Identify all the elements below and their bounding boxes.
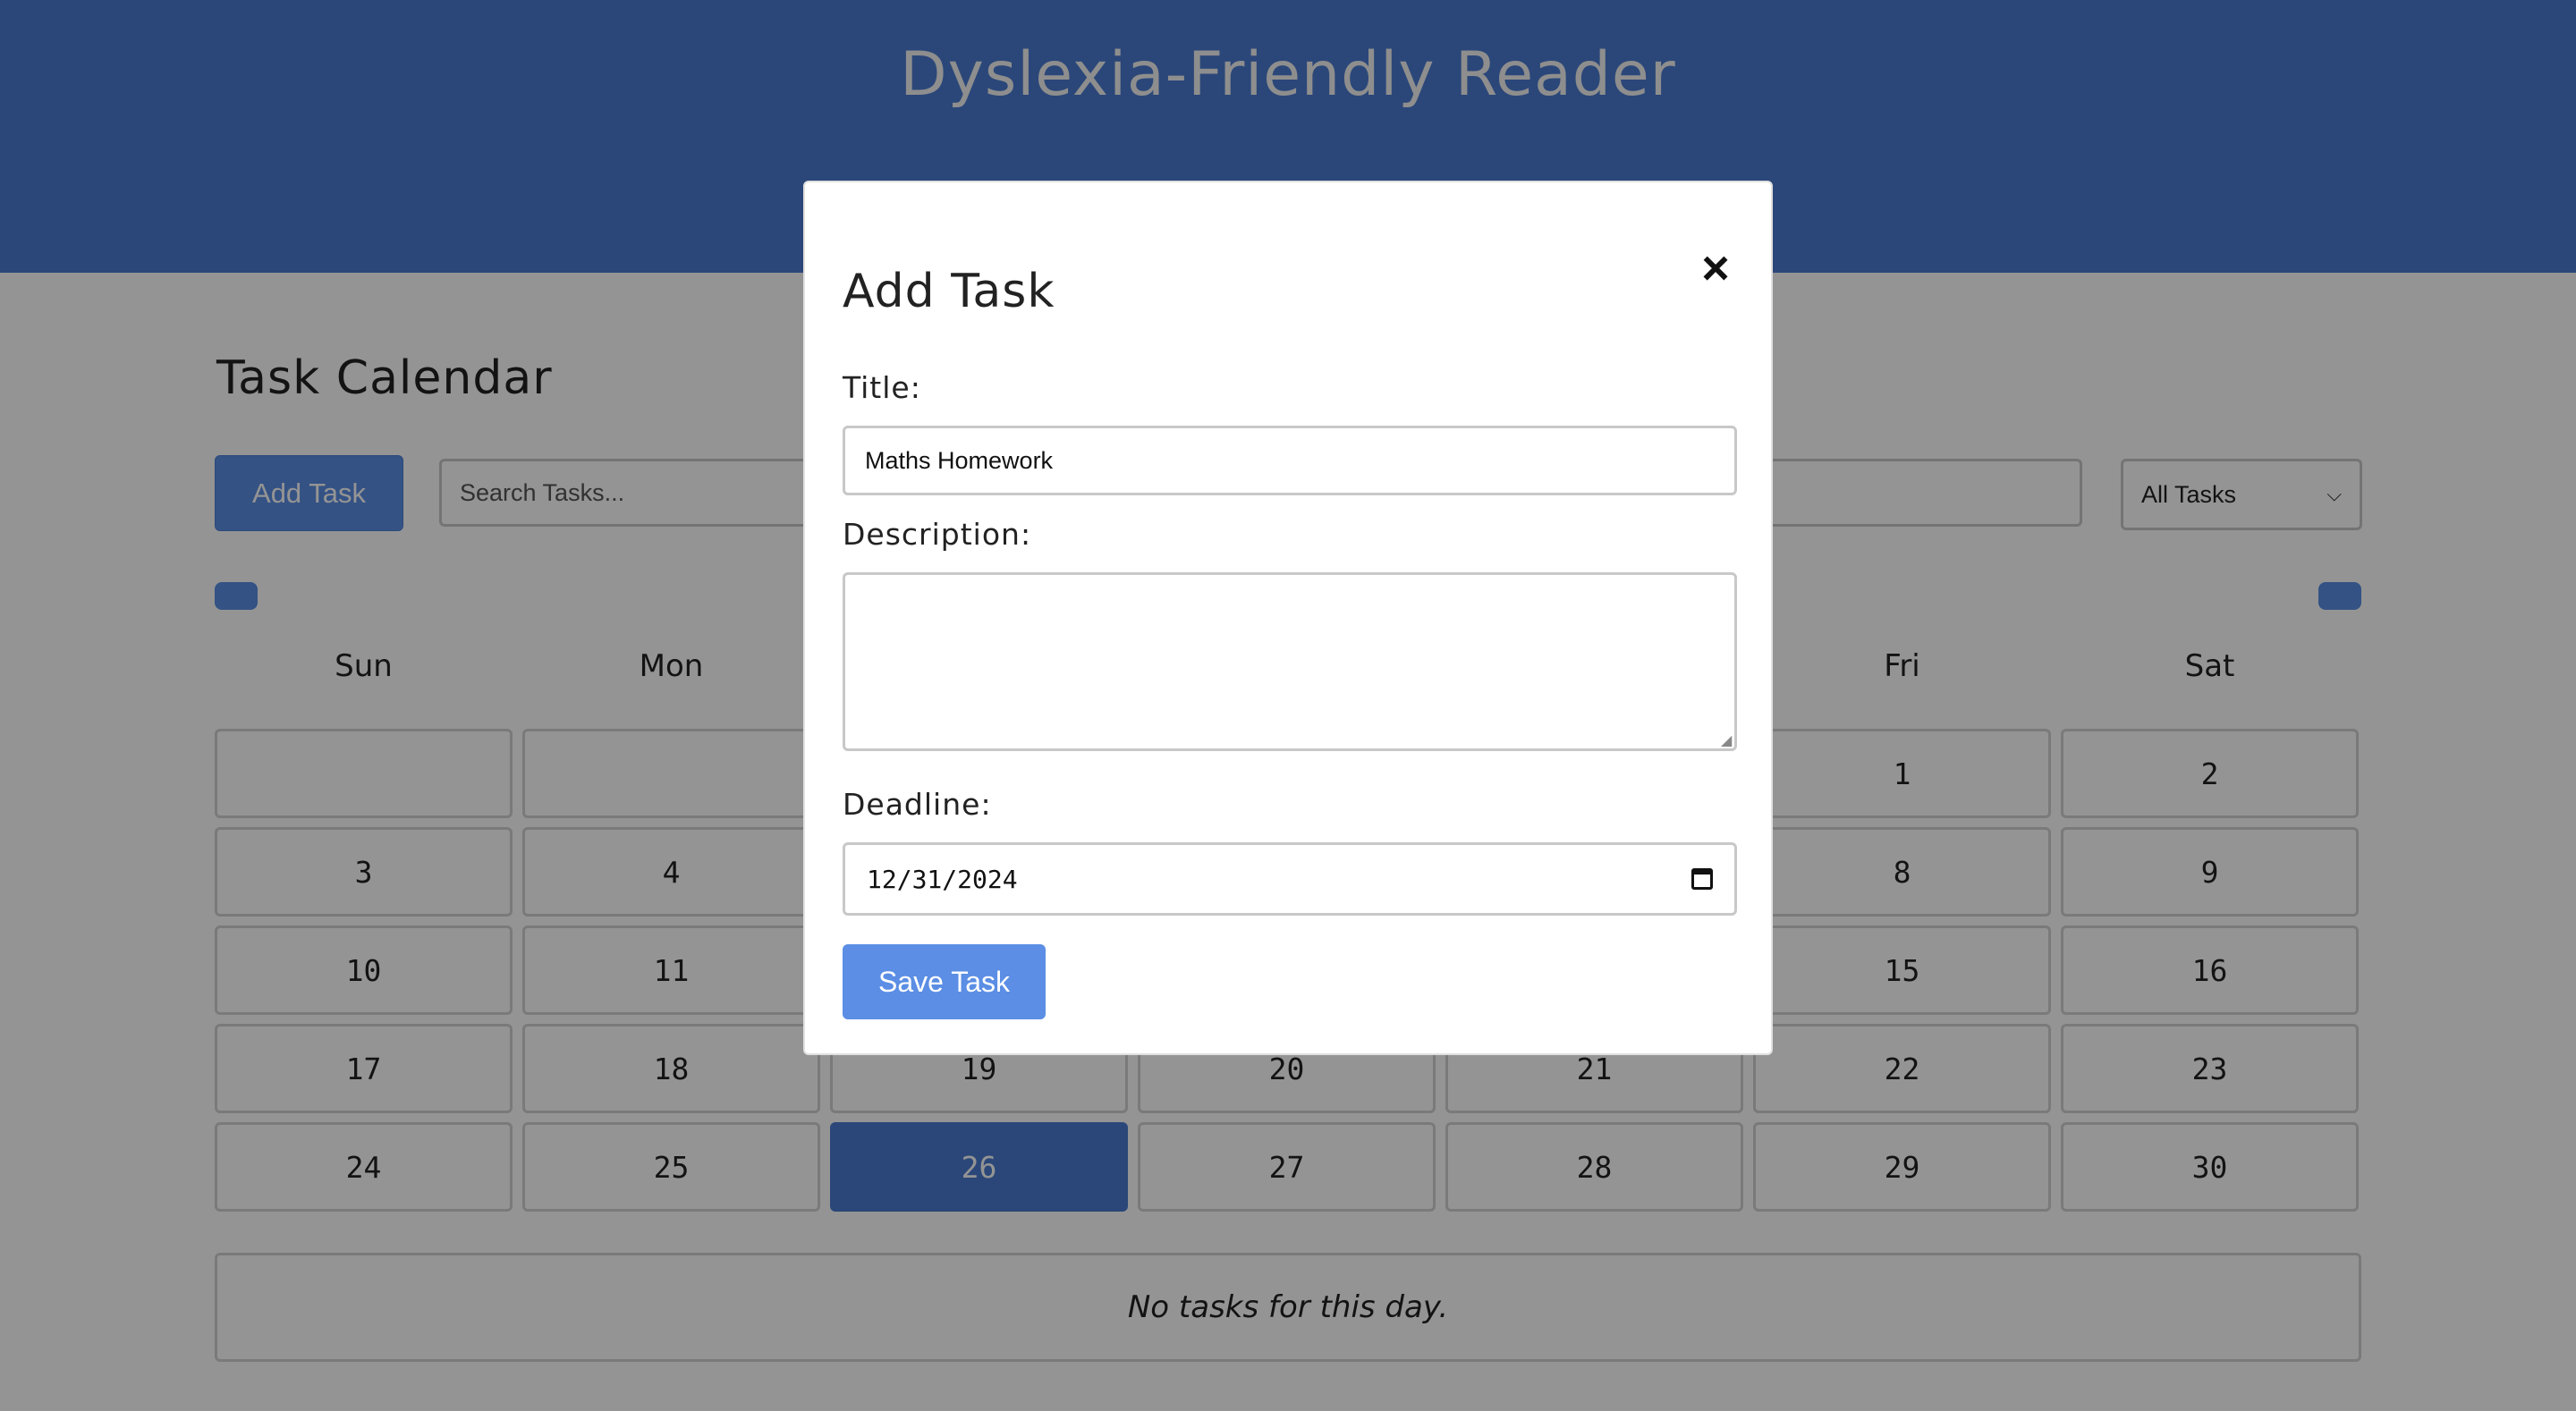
add-task-modal: Add Task × Title: Description: ◢ Deadlin… — [803, 181, 1773, 1055]
deadline-label: Deadline: — [843, 787, 992, 822]
calendar-icon[interactable] — [1691, 868, 1713, 890]
title-input[interactable] — [843, 426, 1737, 495]
deadline-value: 12/31/2024 — [867, 864, 1018, 894]
save-task-button[interactable]: Save Task — [843, 944, 1046, 1019]
modal-title: Add Task — [843, 265, 1055, 318]
description-textarea[interactable] — [843, 572, 1737, 751]
description-label: Description: — [843, 517, 1032, 552]
close-icon[interactable]: × — [1689, 241, 1742, 295]
app-root: Dyslexia-Friendly Reader V ant Task Cale… — [0, 0, 2576, 1411]
title-label: Title: — [843, 370, 921, 405]
deadline-date-input[interactable]: 12/31/2024 — [843, 842, 1737, 916]
resize-handle-icon[interactable]: ◢ — [1721, 733, 1735, 748]
